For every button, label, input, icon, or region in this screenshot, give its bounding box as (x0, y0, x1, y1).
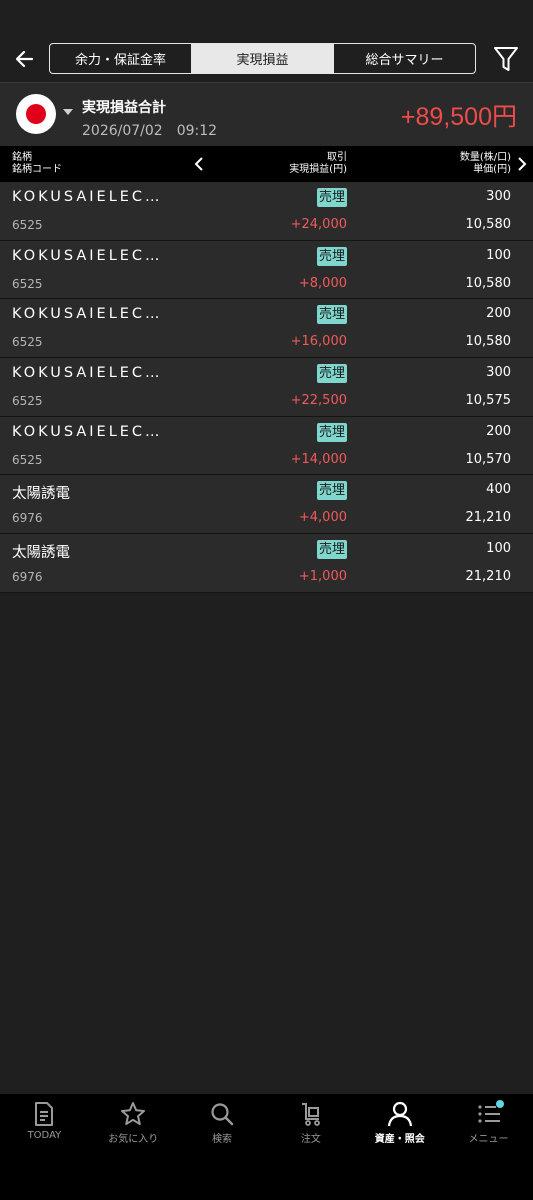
nav-label: 検索 (212, 1134, 233, 1145)
table-row[interactable]: KOKUSAIELEC… 6525 売埋 +8,000 100 10,580 (0, 240, 533, 300)
tab-margin-ratio[interactable]: 余力・保証金率 (50, 44, 192, 73)
stock-code: 6976 (12, 570, 43, 585)
tab-realized-pl[interactable]: 実現損益 (192, 44, 334, 73)
japan-flag-icon (26, 104, 46, 124)
realized-pl-value: +16,000 (290, 334, 347, 350)
stock-code: 6976 (12, 511, 43, 526)
realized-pl-value: +24,000 (290, 217, 347, 232)
nav-assets[interactable]: 資産・照会 (355, 1094, 444, 1200)
top-bar: 余力・保証金率 実現損益 総合サマリー (0, 0, 533, 82)
table-row[interactable]: 太陽誘電 6976 売埋 +4,000 400 21,210 (0, 475, 533, 535)
trade-type-badge: 売埋 (316, 422, 347, 442)
stock-code: 6525 (12, 335, 43, 350)
search-icon (211, 1103, 234, 1126)
realized-pl-list: KOKUSAIELEC… 6525 売埋 +24,000 300 10,580 … (0, 182, 533, 593)
stock-code: 6525 (12, 394, 43, 409)
person-icon (387, 1101, 412, 1127)
quantity-value: 100 (486, 541, 511, 557)
segment-tabs: 余力・保証金率 実現損益 総合サマリー (49, 43, 476, 74)
filter-icon[interactable] (492, 45, 520, 73)
trade-type-badge: 売埋 (316, 364, 347, 384)
nav-menu[interactable]: メニュー (444, 1094, 533, 1200)
quantity-value: 200 (486, 306, 511, 322)
nav-order[interactable]: 注文 (266, 1094, 355, 1200)
unit-price-value: 21,210 (465, 510, 512, 526)
bottom-navigation: TODAY お気に入り 検索 注文 資産・照会 メニュー (0, 1094, 533, 1200)
nav-label: メニュー (468, 1134, 509, 1145)
unit-price-value: 10,580 (465, 275, 512, 291)
table-row[interactable]: KOKUSAIELEC… 6525 売埋 +16,000 200 10,580 (0, 299, 533, 359)
table-row[interactable]: 太陽誘電 6976 売埋 +1,000 100 21,210 (0, 534, 533, 593)
tab-total-summary[interactable]: 総合サマリー (334, 44, 475, 73)
stock-name: 太陽誘電 (12, 545, 70, 562)
table-row[interactable]: KOKUSAIELEC… 6525 売埋 +22,500 300 10,575 (0, 358, 533, 417)
nav-label: 注文 (300, 1134, 321, 1145)
notification-dot (496, 1100, 505, 1108)
quantity-value: 300 (486, 189, 511, 204)
chevron-right-icon[interactable] (514, 154, 530, 174)
realized-pl-value: +14,000 (290, 451, 347, 467)
nav-label: 資産・照会 (374, 1134, 425, 1145)
nav-label: TODAY (27, 1130, 62, 1141)
realized-pl-value: +1,000 (298, 569, 347, 585)
nav-today[interactable]: TODAY (0, 1094, 89, 1200)
trade-type-badge: 売埋 (316, 188, 347, 207)
trade-type-badge: 売埋 (316, 246, 347, 266)
stock-name: KOKUSAIELEC… (12, 189, 163, 205)
stock-code: 6525 (12, 452, 43, 467)
table-row[interactable]: KOKUSAIELEC… 6525 売埋 +14,000 200 10,570 (0, 416, 533, 476)
unit-price-value: 10,580 (465, 217, 512, 232)
quantity-value: 400 (486, 482, 511, 498)
realized-pl-summary: 実現損益合計 2026/07/02 09:12 +89,500円 (0, 82, 533, 146)
trade-type-badge: 売埋 (316, 481, 347, 501)
stock-name: KOKUSAIELEC… (12, 306, 163, 323)
dropdown-caret-icon[interactable] (63, 109, 73, 115)
unit-price-value: 10,580 (465, 334, 512, 350)
cart-icon (301, 1103, 320, 1126)
nav-favorites[interactable]: お気に入り (89, 1094, 178, 1200)
trade-type-badge: 売埋 (316, 540, 347, 560)
quantity-value: 100 (486, 247, 511, 263)
stock-code: 6525 (12, 276, 43, 291)
nav-label: お気に入り (108, 1134, 159, 1145)
summary-datetime: 2026/07/02 09:12 (82, 123, 218, 139)
back-arrow-icon[interactable] (10, 44, 40, 74)
document-icon (35, 1102, 54, 1126)
summary-total: +89,500円 (400, 103, 517, 131)
stock-code: 6525 (12, 218, 43, 232)
quantity-value: 200 (486, 423, 511, 439)
realized-pl-value: +4,000 (298, 510, 347, 526)
unit-price-value: 10,575 (465, 393, 512, 409)
realized-pl-value: +22,500 (290, 393, 347, 409)
stock-name: 太陽誘電 (12, 486, 70, 503)
column-name: 銘柄 銘柄コード (12, 152, 62, 175)
column-quantity: 数量(株/口) 単価(円) (459, 152, 511, 175)
nav-search[interactable]: 検索 (178, 1094, 267, 1200)
column-trade: 取引 実現損益(円) (289, 152, 347, 175)
table-row[interactable]: KOKUSAIELEC… 6525 売埋 +24,000 300 10,580 (0, 182, 533, 241)
stock-name: KOKUSAIELEC… (12, 365, 163, 382)
unit-price-value: 21,210 (465, 569, 512, 585)
star-icon (121, 1102, 146, 1125)
trade-type-badge: 売埋 (316, 305, 347, 325)
summary-label: 実現損益合計 (82, 100, 166, 116)
realized-pl-value: +8,000 (298, 275, 347, 291)
stock-name: KOKUSAIELEC… (12, 247, 163, 264)
column-header: 銘柄 銘柄コード 取引 実現損益(円) 数量(株/口) 単価(円) (0, 146, 533, 182)
stock-name: KOKUSAIELEC… (12, 423, 163, 440)
unit-price-value: 10,570 (465, 451, 512, 467)
quantity-value: 300 (486, 365, 511, 381)
chevron-left-icon[interactable] (191, 154, 207, 174)
market-selector[interactable] (16, 94, 56, 134)
